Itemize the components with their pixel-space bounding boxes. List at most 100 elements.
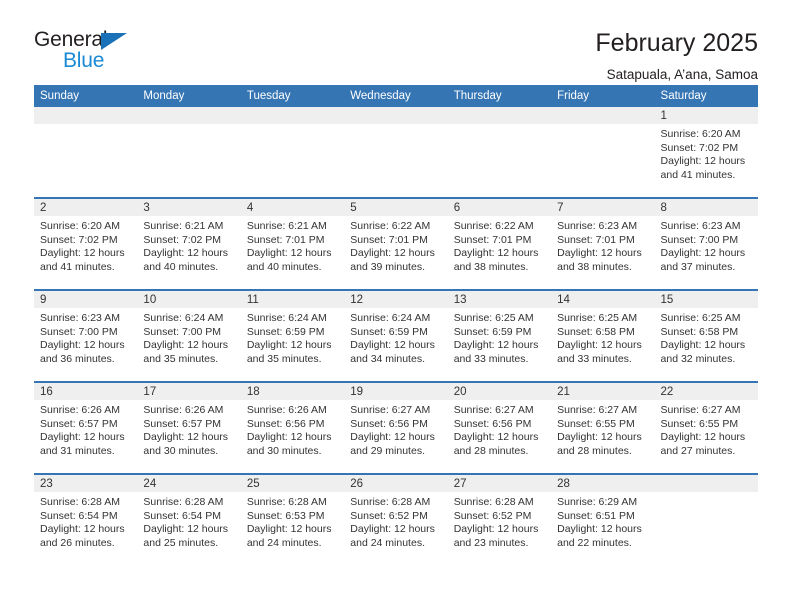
location-subtitle: Satapuala, A’ana, Samoa: [606, 66, 758, 82]
calendar-week-row: 2 Sunrise: 6:20 AM Sunset: 7:02 PM Daylight…: [34, 197, 758, 290]
calendar-day-cell[interactable]: 5 Sunrise: 6:22 AM Sunset: 7:01 PM Daylight…: [344, 197, 448, 290]
sunset-text: Sunset: 7:00 PM: [143, 325, 222, 338]
calendar-day-cell[interactable]: 15 Sunrise: 6:25 AM Sunset: 6:58 PM Dayligh…: [654, 289, 758, 382]
day-number: 21: [551, 383, 655, 400]
day-number: 15: [654, 291, 758, 308]
day-details: Sunrise: 6:28 AM Sunset: 6:52 PM Daylight:…: [448, 492, 551, 550]
calendar-week-row: 16 Sunrise: 6:26 AM Sunset: 6:57 PM Dayligh…: [34, 381, 758, 474]
day-number: 8: [654, 199, 758, 216]
calendar-day-cell[interactable]: 12 Sunrise: 6:24 AM Sunset: 6:59 PM Dayligh…: [344, 289, 448, 382]
daylight-text: Daylight: 12 hours and 41 minutes.: [660, 155, 746, 181]
calendar-day-cell[interactable]: 20 Sunrise: 6:27 AM Sunset: 6:56 PM Dayligh…: [447, 381, 552, 474]
sunrise-text: Sunrise: 6:25 AM: [453, 312, 534, 324]
day-number: [654, 475, 758, 492]
sunrise-text: Sunrise: 6:27 AM: [557, 404, 638, 416]
calendar-day-cell[interactable]: 27 Sunrise: 6:28 AM Sunset: 6:52 PM Dayligh…: [447, 473, 552, 565]
calendar-day-cell-empty: [344, 107, 448, 198]
day-number: 5: [344, 199, 448, 216]
calendar-day-cell[interactable]: 19 Sunrise: 6:27 AM Sunset: 6:56 PM Dayligh…: [344, 381, 448, 474]
calendar-day-cell[interactable]: 13 Sunrise: 6:25 AM Sunset: 6:59 PM Dayligh…: [447, 289, 552, 382]
daylight-text: Daylight: 12 hours and 30 minutes.: [246, 431, 332, 457]
day-details: Sunrise: 6:22 AM Sunset: 7:01 PM Daylight:…: [344, 216, 447, 274]
day-number: 26: [344, 475, 448, 492]
weekday-header-sunday: Sunday: [34, 85, 138, 107]
sunrise-text: Sunrise: 6:26 AM: [143, 404, 224, 416]
day-details: Sunrise: 6:27 AM Sunset: 6:55 PM Daylight:…: [551, 400, 654, 458]
calendar-day-cell[interactable]: 1 Sunrise: 6:20 AM Sunset: 7:02 PM Daylight…: [654, 107, 758, 198]
calendar-day-cell[interactable]: 10 Sunrise: 6:24 AM Sunset: 7:00 PM Dayligh…: [137, 289, 241, 382]
daylight-text: Daylight: 12 hours and 28 minutes.: [453, 431, 539, 457]
day-details: Sunrise: 6:28 AM Sunset: 6:54 PM Daylight:…: [34, 492, 137, 550]
calendar-body: 1 Sunrise: 6:20 AM Sunset: 7:02 PM Daylight…: [34, 107, 758, 565]
day-number: 17: [137, 383, 241, 400]
day-number: [551, 107, 655, 124]
daylight-text: Daylight: 12 hours and 36 minutes.: [40, 339, 125, 365]
calendar-day-cell[interactable]: 22 Sunrise: 6:27 AM Sunset: 6:55 PM Dayligh…: [654, 381, 758, 474]
calendar-day-cell[interactable]: 4 Sunrise: 6:21 AM Sunset: 7:01 PM Daylight…: [240, 197, 345, 290]
day-number: 3: [137, 199, 241, 216]
calendar-day-cell[interactable]: 3 Sunrise: 6:21 AM Sunset: 7:02 PM Daylight…: [137, 197, 241, 290]
day-number: 10: [137, 291, 241, 308]
calendar-day-cell[interactable]: 24 Sunrise: 6:28 AM Sunset: 6:54 PM Dayligh…: [137, 473, 241, 565]
sunrise-text: Sunrise: 6:22 AM: [350, 220, 431, 232]
day-number: 18: [240, 383, 345, 400]
day-number: [240, 107, 345, 124]
sunset-text: Sunset: 7:02 PM: [40, 233, 118, 246]
daylight-text: Daylight: 12 hours and 37 minutes.: [660, 247, 746, 273]
day-number: 6: [447, 199, 552, 216]
calendar-day-cell[interactable]: 21 Sunrise: 6:27 AM Sunset: 6:55 PM Dayligh…: [551, 381, 655, 474]
calendar-day-cell-empty: [447, 107, 552, 198]
calendar-day-cell[interactable]: 26 Sunrise: 6:28 AM Sunset: 6:52 PM Dayligh…: [344, 473, 448, 565]
calendar-day-cell[interactable]: 2 Sunrise: 6:20 AM Sunset: 7:02 PM Daylight…: [34, 197, 138, 290]
calendar-day-cell[interactable]: 11 Sunrise: 6:24 AM Sunset: 6:59 PM Dayligh…: [240, 289, 345, 382]
sunset-text: Sunset: 6:56 PM: [246, 417, 325, 430]
calendar-day-cell[interactable]: 7 Sunrise: 6:23 AM Sunset: 7:01 PM Daylight…: [551, 197, 655, 290]
calendar-day-cell-empty: [551, 107, 655, 198]
sunrise-text: Sunrise: 6:27 AM: [660, 404, 741, 416]
sunrise-text: Sunrise: 6:28 AM: [143, 496, 224, 508]
daylight-text: Daylight: 12 hours and 29 minutes.: [350, 431, 435, 457]
day-number: 22: [654, 383, 758, 400]
weekday-header-row: Sunday Monday Tuesday Wednesday Thursday Frid…: [34, 85, 758, 107]
day-number: 9: [34, 291, 138, 308]
weekday-header-friday: Friday: [551, 85, 655, 107]
day-details: Sunrise: 6:25 AM Sunset: 6:58 PM Daylight:…: [655, 308, 758, 366]
sunrise-text: Sunrise: 6:25 AM: [660, 312, 741, 324]
sunset-text: Sunset: 6:59 PM: [453, 325, 532, 338]
calendar-day-cell[interactable]: 16 Sunrise: 6:26 AM Sunset: 6:57 PM Dayligh…: [34, 381, 138, 474]
day-details: Sunrise: 6:28 AM Sunset: 6:52 PM Daylight:…: [344, 492, 447, 550]
calendar-day-cell[interactable]: 23 Sunrise: 6:28 AM Sunset: 6:54 PM Dayligh…: [34, 473, 138, 565]
day-details: Sunrise: 6:23 AM Sunset: 7:00 PM Daylight:…: [34, 308, 137, 366]
sunrise-text: Sunrise: 6:24 AM: [143, 312, 224, 324]
calendar-day-cell[interactable]: 6 Sunrise: 6:22 AM Sunset: 7:01 PM Daylight…: [447, 197, 552, 290]
triangle-icon: [101, 33, 127, 50]
sunrise-text: Sunrise: 6:27 AM: [453, 404, 534, 416]
calendar-day-cell-empty: [654, 473, 758, 565]
daylight-text: Daylight: 12 hours and 26 minutes.: [40, 523, 125, 549]
daylight-text: Daylight: 12 hours and 32 minutes.: [660, 339, 746, 365]
daylight-text: Daylight: 12 hours and 34 minutes.: [350, 339, 435, 365]
sunrise-text: Sunrise: 6:23 AM: [40, 312, 120, 324]
day-details: Sunrise: 6:24 AM Sunset: 6:59 PM Daylight:…: [241, 308, 344, 366]
daylight-text: Daylight: 12 hours and 22 minutes.: [557, 523, 642, 549]
sunset-text: Sunset: 7:02 PM: [660, 141, 739, 154]
calendar-page: General Blue February 2025 Satapuala, A’…: [0, 0, 792, 612]
daylight-text: Daylight: 12 hours and 38 minutes.: [453, 247, 539, 273]
daylight-text: Daylight: 12 hours and 35 minutes.: [246, 339, 332, 365]
calendar-header-row: Sunday Monday Tuesday Wednesday Thursday Frid…: [34, 85, 758, 107]
sunset-text: Sunset: 7:01 PM: [453, 233, 532, 246]
calendar-day-cell[interactable]: 18 Sunrise: 6:26 AM Sunset: 6:56 PM Dayligh…: [240, 381, 345, 474]
calendar-day-cell[interactable]: 25 Sunrise: 6:28 AM Sunset: 6:53 PM Dayligh…: [240, 473, 345, 565]
calendar-day-cell[interactable]: 17 Sunrise: 6:26 AM Sunset: 6:57 PM Dayligh…: [137, 381, 241, 474]
daylight-text: Daylight: 12 hours and 24 minutes.: [350, 523, 435, 549]
weekday-header-saturday: Saturday: [654, 85, 758, 107]
day-number: 11: [240, 291, 345, 308]
calendar-day-cell[interactable]: 9 Sunrise: 6:23 AM Sunset: 7:00 PM Daylight…: [34, 289, 138, 382]
calendar-day-cell[interactable]: 14 Sunrise: 6:25 AM Sunset: 6:58 PM Dayligh…: [551, 289, 655, 382]
day-details: Sunrise: 6:28 AM Sunset: 6:53 PM Daylight:…: [241, 492, 344, 550]
calendar-day-cell[interactable]: 28 Sunrise: 6:29 AM Sunset: 6:51 PM Dayligh…: [551, 473, 655, 565]
sunrise-text: Sunrise: 6:28 AM: [40, 496, 120, 508]
day-details: Sunrise: 6:20 AM Sunset: 7:02 PM Daylight:…: [655, 124, 758, 182]
calendar-day-cell[interactable]: 8 Sunrise: 6:23 AM Sunset: 7:00 PM Daylight…: [654, 197, 758, 290]
calendar-week-row: 23 Sunrise: 6:28 AM Sunset: 6:54 PM Dayligh…: [34, 473, 758, 565]
